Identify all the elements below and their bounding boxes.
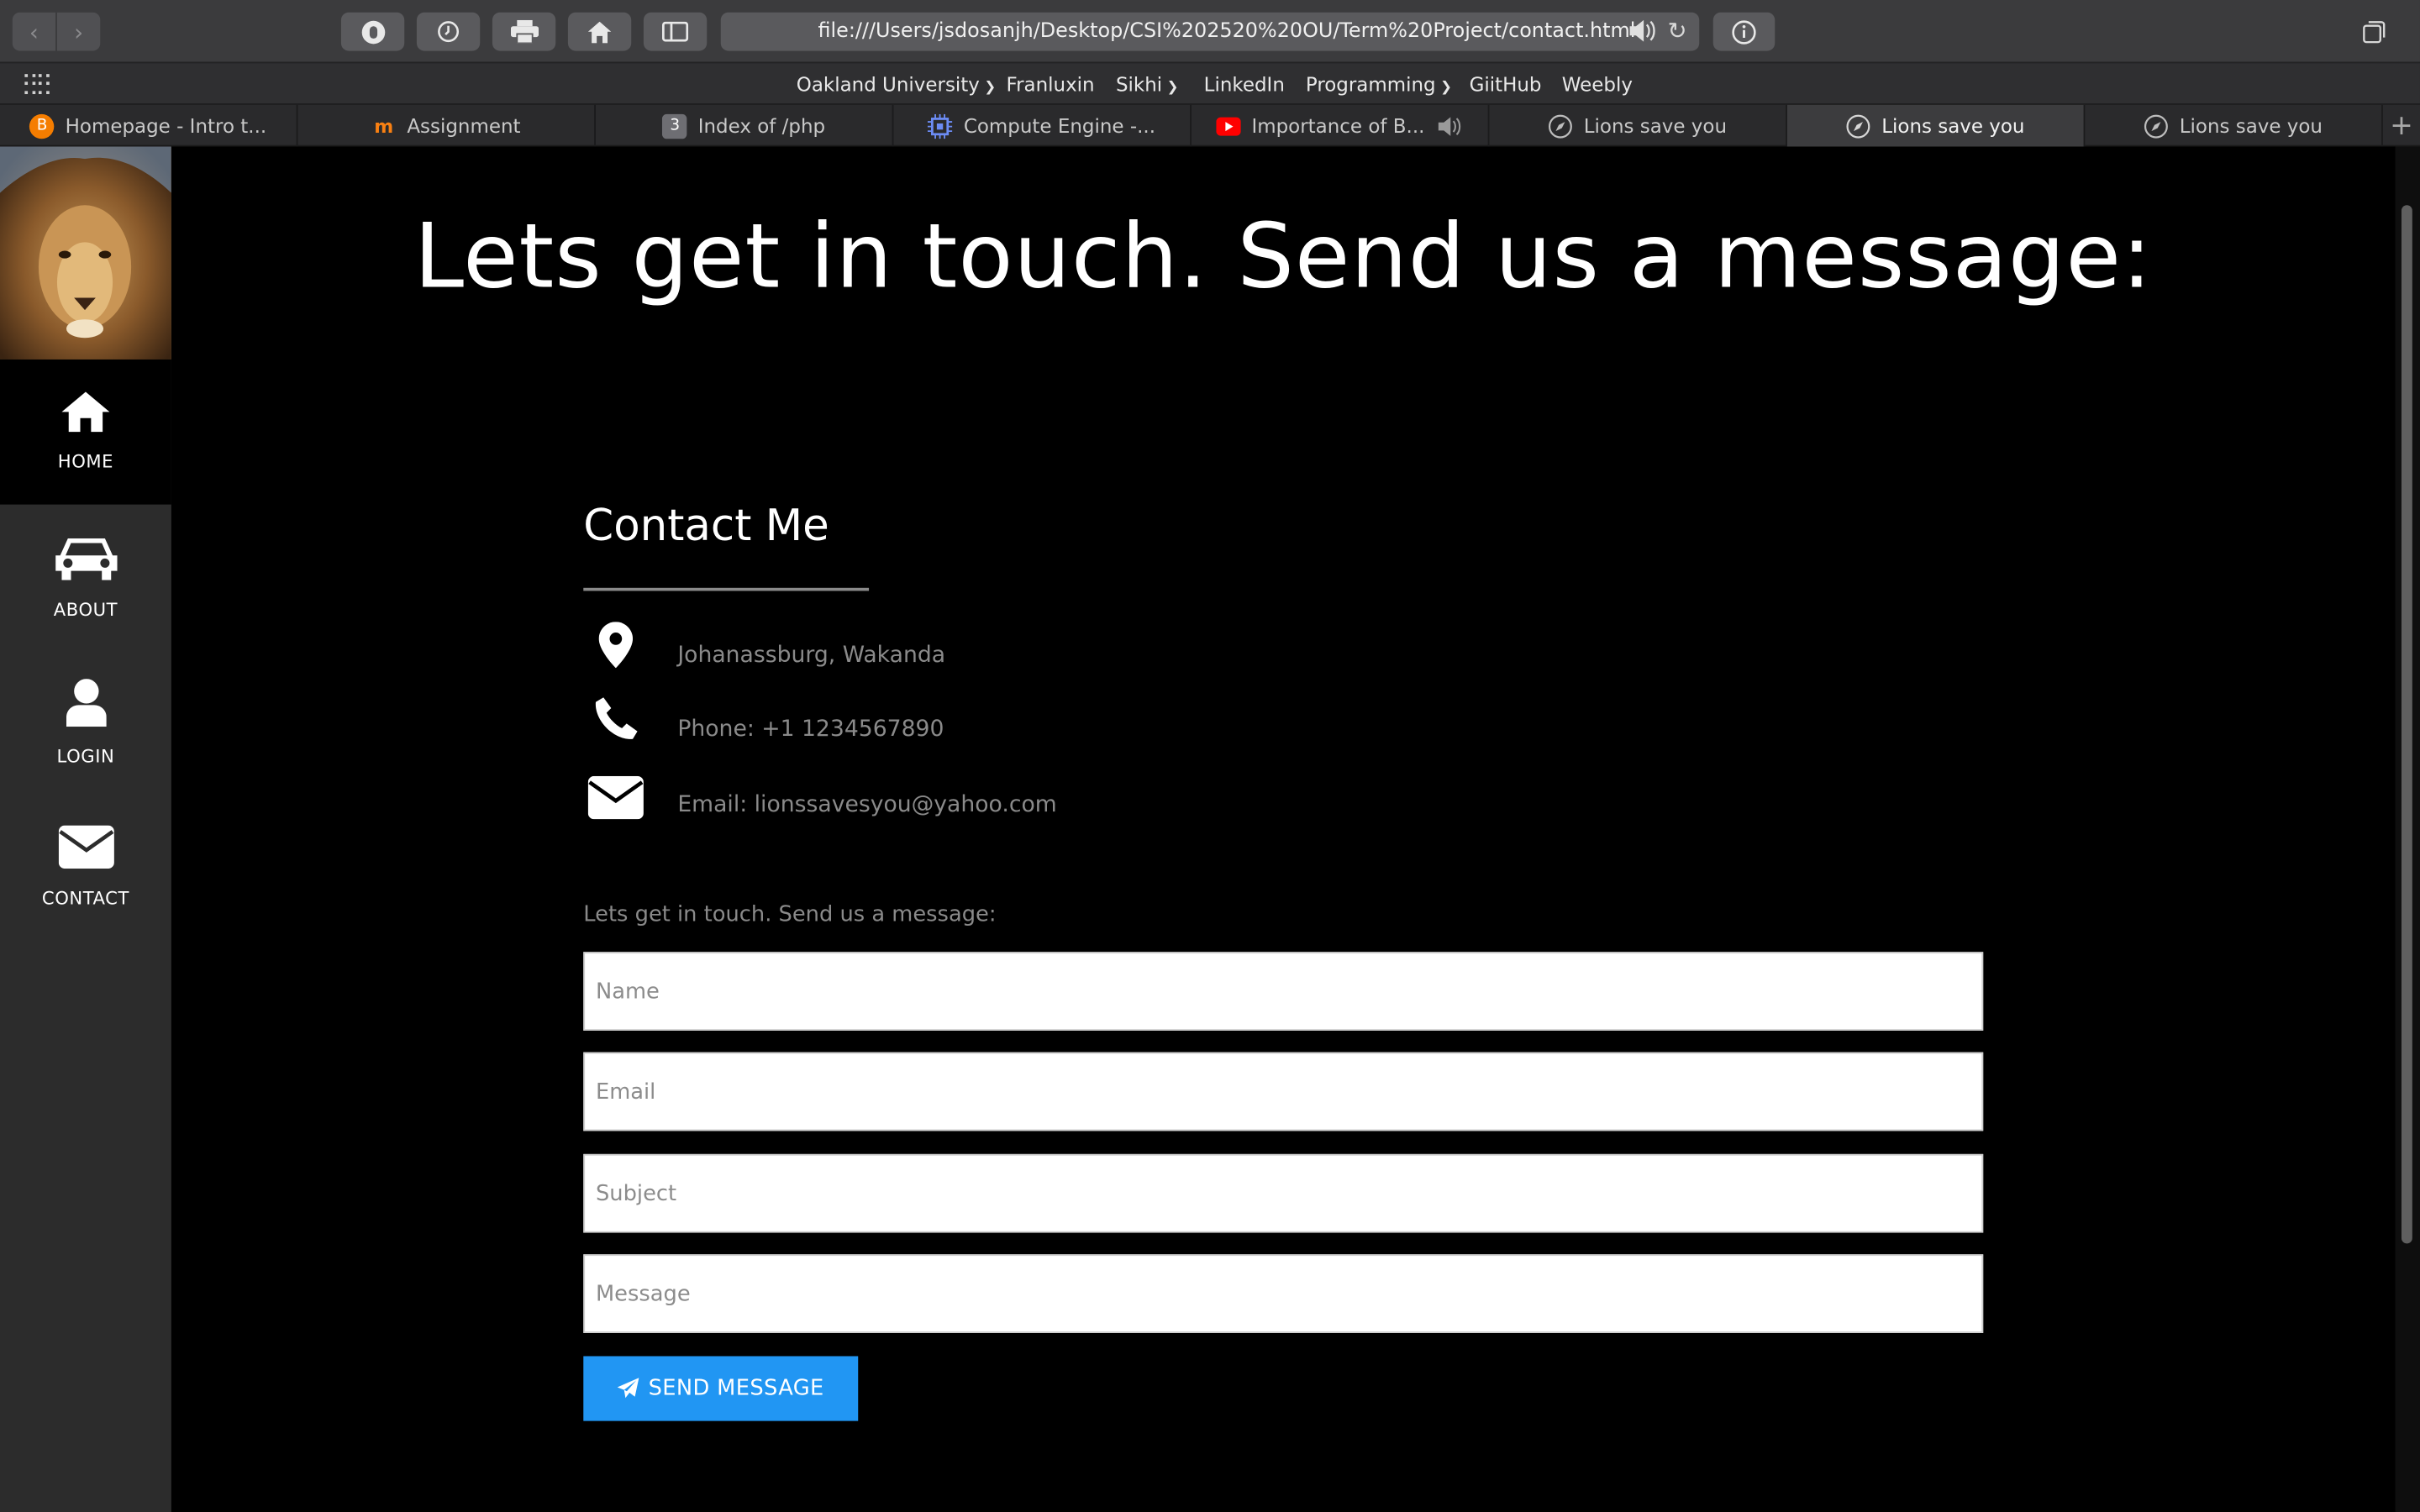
- send-message-button[interactable]: SEND MESSAGE: [583, 1356, 859, 1421]
- tab-strip: B Homepage - Intro t... m Assignment 3 I…: [0, 104, 2420, 147]
- site-sidebar: HOME ABOUT LOGIN CONTACT: [0, 146, 171, 1512]
- info-button[interactable]: [1712, 12, 1776, 51]
- bookmark-linkedin[interactable]: LinkedIn: [1204, 72, 1285, 96]
- forward-button[interactable]: ›: [55, 12, 101, 51]
- number-3-icon: 3: [662, 113, 687, 139]
- envelope-icon: [57, 825, 113, 869]
- clock-icon: [438, 21, 460, 43]
- home-icon: [61, 391, 110, 433]
- bookmark-weebly[interactable]: Weebly: [1562, 72, 1633, 96]
- user-icon: [66, 678, 106, 727]
- back-button[interactable]: ‹: [12, 12, 56, 51]
- reload-icon[interactable]: ↻: [1667, 17, 1686, 45]
- nav-about[interactable]: ABOUT: [0, 505, 171, 650]
- home-icon: [587, 20, 612, 43]
- bookmark-franluxin[interactable]: Franluxin: [1007, 72, 1095, 96]
- chevron-down-icon: ❯: [1166, 80, 1179, 96]
- chevron-down-icon: ❯: [1440, 80, 1452, 96]
- browser-toolbar: ‹ › file:///Users/jsdosanjh/Desktop/CSI%…: [0, 0, 2420, 64]
- nav-home[interactable]: HOME: [0, 359, 171, 505]
- speaker-icon[interactable]: [1628, 18, 1656, 43]
- heading-divider: [583, 587, 870, 591]
- email-input[interactable]: [583, 1052, 1984, 1131]
- bookmark-programming[interactable]: Programming ❯: [1306, 72, 1452, 96]
- tab-importance[interactable]: Importance of B...: [1192, 104, 1490, 147]
- message-input[interactable]: [583, 1254, 1984, 1333]
- history-nav: ‹ ›: [12, 12, 101, 51]
- bookmark-oakland-university[interactable]: Oakland University ❯: [797, 72, 997, 96]
- lion-logo-image: [0, 146, 171, 360]
- history-button[interactable]: [416, 12, 481, 51]
- compass-icon: [2144, 113, 2169, 138]
- tab-index-of-php[interactable]: 3 Index of /php: [596, 104, 894, 147]
- map-marker-icon: [587, 622, 645, 669]
- bookmark-sikhi[interactable]: Sikhi ❯: [1116, 72, 1179, 96]
- new-tab-button[interactable]: +: [2383, 105, 2420, 147]
- sidebar-toggle-button[interactable]: [643, 12, 708, 51]
- paper-plane-icon: [617, 1378, 639, 1399]
- moodle-icon: m: [374, 114, 394, 137]
- privacy-button[interactable]: [340, 12, 405, 51]
- compass-icon: [1549, 113, 1573, 138]
- nav-contact[interactable]: CONTACT: [0, 795, 171, 940]
- nav-login[interactable]: LOGIN: [0, 649, 171, 795]
- tab-lions-save-you-2[interactable]: Lions save you: [1786, 104, 2086, 147]
- tab-lions-save-you-1[interactable]: Lions save you: [1489, 104, 1787, 147]
- chip-icon: [928, 113, 953, 139]
- tab-overview-button[interactable]: [2346, 13, 2402, 51]
- tab-compute-engine[interactable]: Compute Engine -...: [893, 104, 1192, 147]
- tab-homepage[interactable]: B Homepage - Intro t...: [0, 104, 298, 147]
- envelope-icon: [587, 775, 645, 820]
- hand-icon: [360, 19, 385, 44]
- subject-input[interactable]: [583, 1153, 1984, 1233]
- apps-grid-icon[interactable]: [24, 74, 49, 96]
- tabs-overview-icon: [2362, 21, 2385, 44]
- car-icon: [55, 538, 117, 580]
- tab-audio-icon[interactable]: [1435, 115, 1463, 137]
- bookmarks-bar: Oakland University ❯ Franluxin Sikhi ❯ Lin…: [0, 63, 2420, 105]
- chevron-down-icon: ❯: [984, 80, 997, 96]
- info-icon: [1732, 19, 1756, 44]
- print-button[interactable]: [492, 12, 556, 51]
- address-text: Johanassburg, Wakanda: [677, 643, 946, 669]
- home-button[interactable]: [567, 12, 632, 51]
- bookmark-github[interactable]: GiitHub: [1470, 72, 1542, 96]
- form-intro: Lets get in touch. Send us a message:: [583, 902, 997, 927]
- youtube-icon: [1216, 116, 1241, 135]
- email-text: Email: lionssavesyou@yahoo.com: [677, 793, 1057, 818]
- url-text: file:///Users/jsdosanjh/Desktop/CSI%2025…: [818, 19, 1636, 44]
- tab-lions-save-you-3[interactable]: Lions save you: [2085, 104, 2383, 147]
- sidebar-icon: [661, 21, 689, 42]
- blogger-icon: B: [29, 113, 55, 139]
- phone-icon: [587, 697, 645, 740]
- name-input[interactable]: [583, 952, 1984, 1031]
- printer-icon: [510, 19, 539, 44]
- contact-heading: Contact Me: [583, 500, 829, 551]
- page-scrollbar-thumb[interactable]: [2401, 205, 2412, 1244]
- tab-assignment[interactable]: m Assignment: [297, 104, 596, 147]
- phone-text: Phone: +1 1234567890: [677, 717, 944, 743]
- compass-icon: [1846, 113, 1870, 138]
- address-bar[interactable]: file:///Users/jsdosanjh/Desktop/CSI%2025…: [720, 12, 1700, 51]
- page-title: Lets get in touch. Send us a message:: [413, 203, 2153, 309]
